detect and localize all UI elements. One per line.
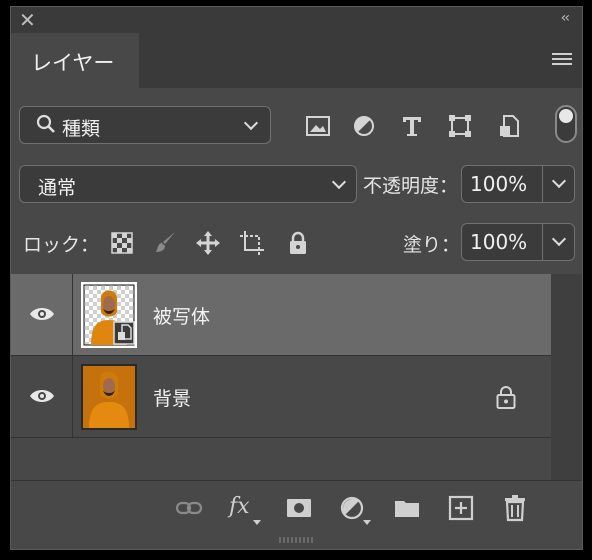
lock-position-icon[interactable]: [195, 230, 221, 256]
new-group-icon[interactable]: [393, 494, 421, 522]
lock-all-icon[interactable]: [285, 230, 311, 256]
layer-row-background[interactable]: 背景: [11, 356, 551, 438]
image-filter-icon[interactable]: [305, 114, 331, 138]
layer-thumbnail-background: [81, 364, 137, 430]
panel-titlebar: ✕ ‹‹: [11, 7, 582, 33]
divider: [542, 166, 543, 202]
smart-object-filter-icon[interactable]: [497, 114, 523, 138]
link-layers-icon[interactable]: [175, 494, 203, 522]
blend-mode-select[interactable]: 通常: [19, 165, 357, 203]
layer-locked-icon[interactable]: [495, 384, 517, 410]
filter-toggle[interactable]: [555, 105, 577, 143]
fill-label: 塗り：: [403, 234, 461, 256]
tab-layers[interactable]: レイヤー: [11, 33, 139, 88]
resize-grip[interactable]: [279, 537, 315, 543]
opacity-input[interactable]: 100%: [461, 165, 575, 203]
filter-kind-label: 種類: [62, 118, 101, 140]
hamburger-menu-icon[interactable]: [552, 53, 572, 67]
lock-label: ロック：: [23, 234, 100, 256]
close-icon[interactable]: ✕: [19, 9, 36, 31]
layers-panel: ✕ ‹‹ レイヤー 種類 通常 不透明度： 100% ロック： 塗り： 100%…: [0, 0, 592, 560]
lock-artboard-icon[interactable]: [239, 230, 265, 256]
blend-mode-value: 通常: [38, 177, 77, 199]
chevron-down-icon[interactable]: [551, 173, 567, 189]
shape-filter-icon[interactable]: [447, 114, 473, 138]
layers-scrollbar[interactable]: [551, 274, 582, 480]
fx-icon[interactable]: fx: [229, 494, 261, 525]
visibility-column[interactable]: [11, 356, 73, 438]
layer-kind-filter-select[interactable]: 種類: [19, 106, 271, 144]
chevron-down-icon[interactable]: [551, 231, 567, 247]
tab-row: レイヤー: [11, 33, 582, 88]
layer-thumbnail-subject: [81, 282, 137, 348]
type-filter-icon[interactable]: [399, 114, 425, 138]
layer-name-background[interactable]: 背景: [153, 384, 191, 411]
delete-layer-icon[interactable]: [501, 494, 529, 522]
collapse-panel-icon[interactable]: ‹‹: [561, 10, 570, 26]
lock-image-pixels-icon[interactable]: [153, 230, 179, 256]
visibility-column[interactable]: [11, 274, 73, 356]
layers-list: 被写体 背景: [11, 274, 551, 480]
fx-label: fx: [229, 494, 250, 519]
filter-toggle-knob: [559, 109, 573, 123]
chevron-down-icon: [243, 115, 259, 131]
opacity-value: 100%: [470, 172, 528, 196]
new-layer-icon[interactable]: [447, 494, 475, 522]
new-adjustment-layer-icon[interactable]: [339, 494, 371, 525]
lock-transparent-pixels-icon[interactable]: [109, 230, 135, 256]
adjustment-filter-icon[interactable]: [351, 114, 377, 138]
panel-frame: ✕ ‹‹ レイヤー 種類 通常 不透明度： 100% ロック： 塗り： 100%…: [10, 6, 583, 550]
layer-row-subject[interactable]: 被写体: [11, 274, 551, 356]
layer-name-subject[interactable]: 被写体: [153, 302, 210, 329]
eye-icon[interactable]: [29, 306, 55, 322]
bottom-toolbar: fx: [11, 480, 582, 534]
fill-value: 100%: [470, 230, 528, 254]
tab-layers-label: レイヤー: [31, 51, 115, 75]
eye-icon[interactable]: [29, 388, 55, 404]
opacity-label: 不透明度：: [363, 175, 459, 197]
fill-input[interactable]: 100%: [461, 223, 575, 261]
add-mask-icon[interactable]: [285, 494, 313, 522]
chevron-down-icon: [331, 174, 347, 190]
search-icon: [36, 113, 56, 140]
divider: [542, 224, 543, 260]
